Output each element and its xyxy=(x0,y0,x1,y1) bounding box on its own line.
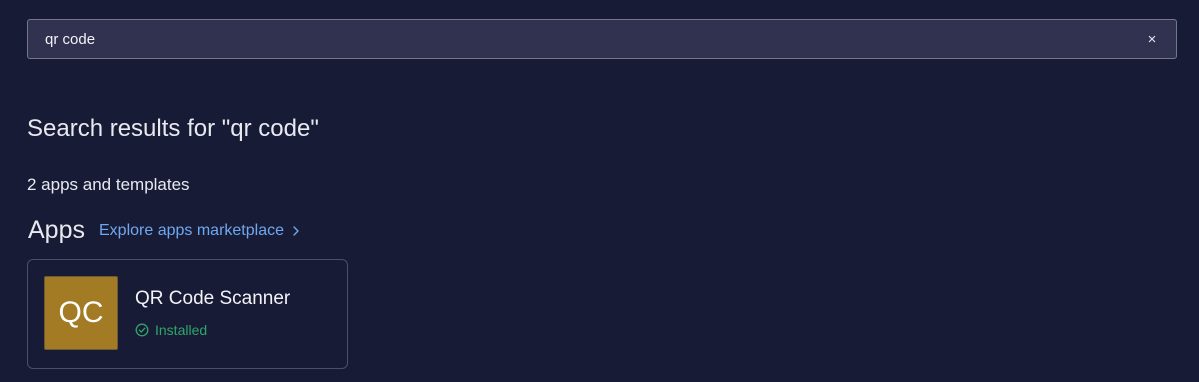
results-title: Search results for "qr code" xyxy=(27,115,319,142)
check-circle-icon xyxy=(135,323,149,337)
installed-label: Installed xyxy=(155,322,208,338)
close-icon[interactable]: × xyxy=(1142,29,1162,49)
installed-status: Installed xyxy=(135,322,207,338)
apps-heading: Apps xyxy=(28,216,85,244)
explore-apps-marketplace-link[interactable]: Explore apps marketplace xyxy=(99,222,300,240)
app-name: QR Code Scanner xyxy=(135,288,291,309)
search-input[interactable] xyxy=(28,20,1138,58)
search-box[interactable]: × xyxy=(27,19,1177,59)
app-logo: QC xyxy=(44,276,118,350)
chevron-right-icon xyxy=(293,226,299,236)
app-card-qr-code-scanner[interactable]: QC QR Code Scanner Installed xyxy=(27,259,348,369)
results-count: 2 apps and templates xyxy=(27,175,190,194)
explore-link-label: Explore apps marketplace xyxy=(99,222,284,239)
